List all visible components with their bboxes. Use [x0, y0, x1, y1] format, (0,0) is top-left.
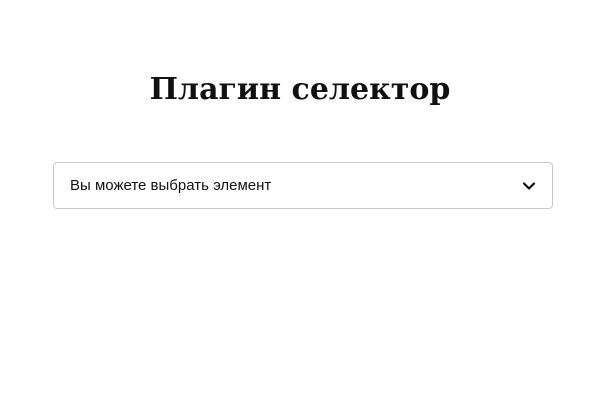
page-title: Плагин селектор — [149, 72, 451, 107]
select-selected-value: Вы можете выбрать элемент — [70, 177, 272, 194]
chevron-down-icon — [522, 179, 536, 193]
element-select[interactable]: Вы можете выбрать элемент — [53, 162, 553, 209]
page: Плагин селектор Вы можете выбрать элемен… — [0, 0, 600, 400]
